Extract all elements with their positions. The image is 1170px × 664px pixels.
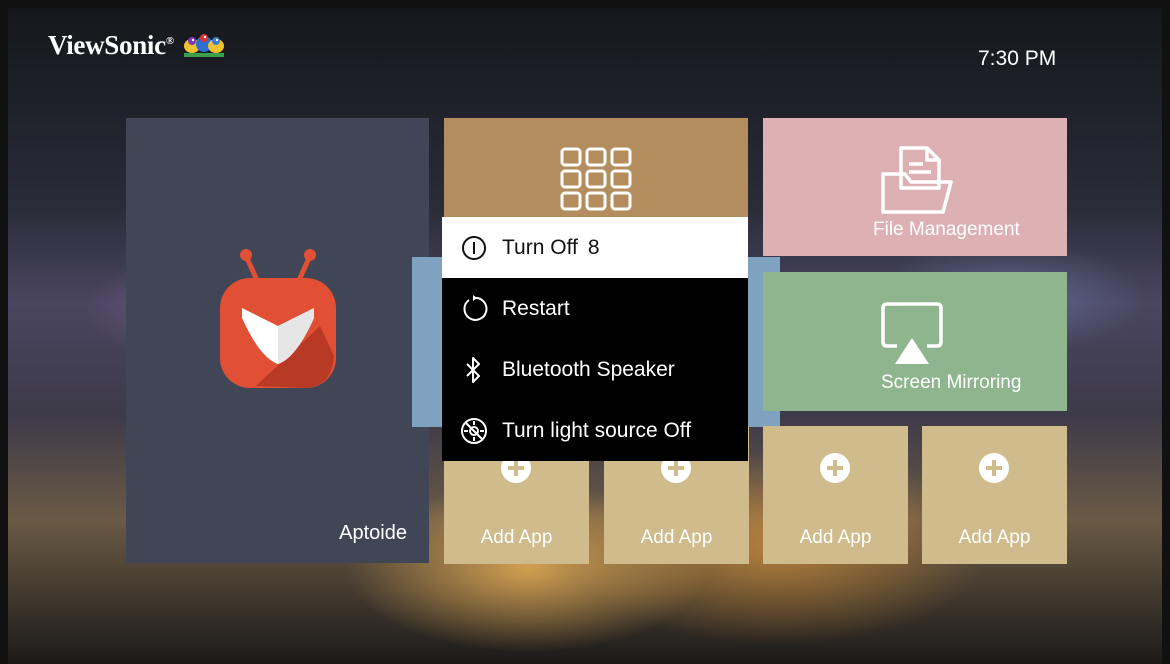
- turn-off-label: Turn Off: [502, 235, 578, 259]
- add-app-label: Add App: [640, 527, 713, 548]
- add-app-tile[interactable]: Add App: [763, 426, 908, 564]
- restart-label: Restart: [502, 296, 570, 320]
- app-tile-screen-mirroring[interactable]: Screen Mirroring: [763, 272, 1067, 411]
- birds-logo-icon: [183, 33, 224, 57]
- app-tile-aptoide[interactable]: Aptoide: [126, 118, 429, 563]
- menu-item-bluetooth-speaker[interactable]: Bluetooth Speaker: [442, 339, 748, 400]
- folder-document-icon: [881, 146, 953, 214]
- apps-grid-icon: [560, 147, 632, 211]
- menu-item-light-source-off[interactable]: Turn light source Off: [442, 400, 748, 461]
- add-app-label: Add App: [480, 527, 553, 548]
- app-tile-file-management[interactable]: File Management: [763, 118, 1067, 256]
- brand-logo: ViewSonic®: [48, 30, 228, 61]
- bluetooth-speaker-label: Bluetooth Speaker: [502, 357, 675, 381]
- light-source-off-label: Turn light source Off: [502, 418, 692, 442]
- restart-icon: [456, 291, 492, 327]
- add-icon: [820, 453, 850, 483]
- screen-mirroring-label: Screen Mirroring: [881, 372, 1022, 393]
- aptoide-icon: [220, 249, 336, 388]
- light-off-icon: [456, 413, 492, 449]
- add-icon: [979, 453, 1009, 483]
- turn-off-countdown: 8: [587, 235, 600, 259]
- power-icon: [456, 230, 492, 266]
- menu-item-turn-off[interactable]: Turn Off 8: [442, 217, 748, 278]
- bluetooth-icon: [456, 352, 492, 388]
- power-menu: Turn Off 8 Restart Bluetooth Speaker Tur…: [442, 217, 748, 461]
- add-app-label: Add App: [958, 527, 1031, 548]
- aptoide-label: Aptoide: [339, 522, 407, 544]
- menu-item-restart[interactable]: Restart: [442, 278, 748, 339]
- add-app-tile[interactable]: Add App: [922, 426, 1067, 564]
- clock: 7:30 PM: [978, 47, 1057, 70]
- screen-mirroring-icon: [881, 302, 943, 364]
- add-app-label: Add App: [799, 527, 872, 548]
- brand-name: ViewSonic®: [48, 30, 174, 60]
- file-management-label: File Management: [873, 219, 1020, 240]
